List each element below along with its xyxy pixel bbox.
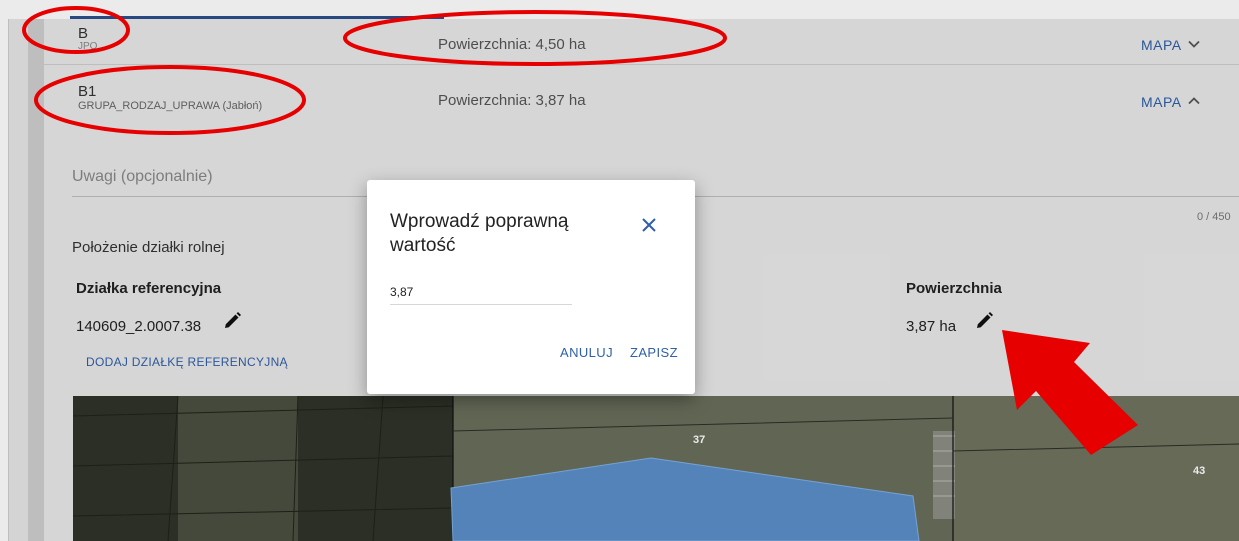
cancel-button[interactable]: ANULUJ: [560, 345, 613, 360]
close-icon[interactable]: [639, 215, 659, 235]
save-button[interactable]: ZAPISZ: [630, 345, 678, 360]
value-input[interactable]: [390, 279, 572, 305]
app-window: B JPO Powierzchnia: 4,50 ha MAPA B1 GRUP…: [0, 0, 1239, 541]
dialog-title: Wprowadź poprawną wartość: [390, 211, 569, 256]
edit-value-dialog: Wprowadź poprawną wartość ANULUJ ZAPISZ: [367, 180, 695, 394]
